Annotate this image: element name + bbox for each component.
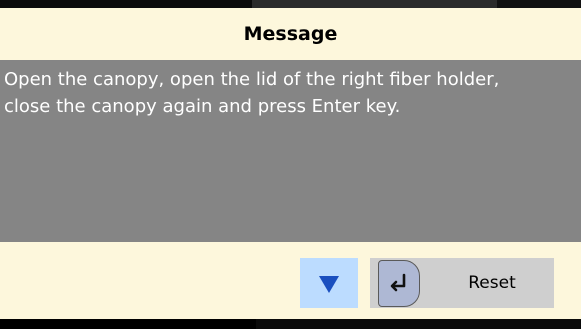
scroll-down-button[interactable] xyxy=(300,258,358,308)
enter-key-icon xyxy=(378,260,420,307)
background-segment xyxy=(252,0,497,8)
background-strip-bottom xyxy=(0,319,581,329)
message-text: Open the canopy, open the lid of the rig… xyxy=(4,69,500,117)
background-segment xyxy=(256,319,581,329)
reset-button-label: Reset xyxy=(468,273,516,293)
background-segment xyxy=(497,0,581,8)
background-strip-top xyxy=(0,0,581,8)
reset-button[interactable]: Reset xyxy=(370,258,554,308)
dialog-button-bar: Reset xyxy=(0,242,581,319)
dialog-title: Message xyxy=(243,23,338,45)
message-panel: Open the canopy, open the lid of the rig… xyxy=(0,60,581,242)
message-dialog: Message Open the canopy, open the lid of… xyxy=(0,8,581,319)
triangle-down-icon xyxy=(319,276,339,293)
